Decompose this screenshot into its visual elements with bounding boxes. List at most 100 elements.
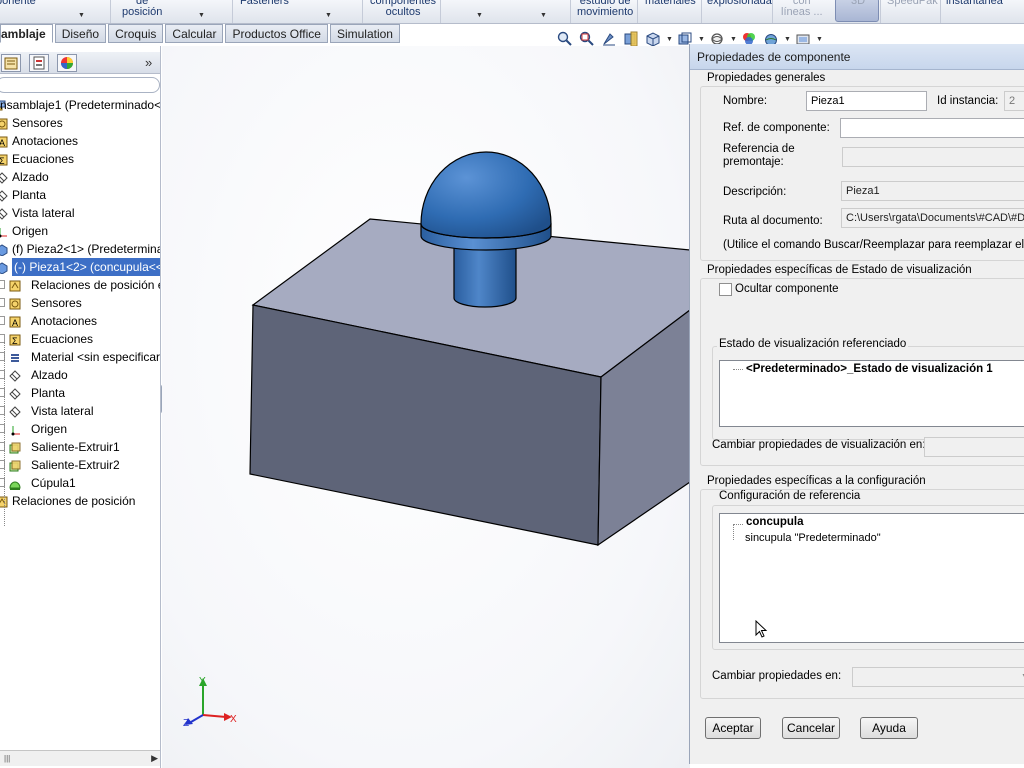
expand-toggle-icon[interactable] bbox=[0, 316, 5, 325]
ok-button[interactable]: Aceptar bbox=[705, 717, 761, 739]
feature-tree-filter[interactable] bbox=[0, 77, 160, 93]
tree-item-label: Ecuaciones bbox=[31, 332, 94, 346]
chevron-down-icon[interactable]: ▼ bbox=[78, 12, 85, 19]
chevron-down-icon[interactable]: ▼ bbox=[325, 12, 332, 19]
tab-ensamblaje[interactable]: amblaje bbox=[0, 24, 53, 43]
expand-panel-icon[interactable]: » bbox=[145, 55, 152, 70]
tree-item[interactable]: Sensores bbox=[0, 294, 160, 312]
ribbon-button[interactable]: instantánea bbox=[946, 0, 1003, 7]
tree-item[interactable]: Alzado bbox=[0, 168, 160, 186]
part-icon bbox=[0, 261, 8, 275]
tab-simulation[interactable]: Simulation bbox=[329, 24, 400, 43]
tree-item[interactable]: Relaciones de posición bbox=[0, 492, 160, 510]
ribbon-button[interactable]: SpeedPak bbox=[887, 0, 938, 7]
mouse-cursor-icon bbox=[755, 620, 768, 638]
help-button[interactable]: Ayuda bbox=[860, 717, 918, 739]
tree-item[interactable]: (f) Pieza2<1> (Predetermina bbox=[0, 240, 160, 258]
chevron-down-icon[interactable]: ▼ bbox=[198, 12, 205, 19]
cancel-button[interactable]: Cancelar bbox=[782, 717, 840, 739]
tree-item-label: Ecuaciones bbox=[12, 152, 75, 166]
document-path-field: C:\Users\rgata\Documents\#CAD\#D bbox=[841, 208, 1024, 228]
tree-item[interactable]: Planta bbox=[0, 384, 160, 402]
tree-item[interactable]: A Anotaciones bbox=[0, 132, 160, 150]
ribbon-button[interactable]: 3D bbox=[851, 0, 865, 7]
ribbon-button[interactable]: materiales bbox=[645, 0, 696, 7]
ribbon-button[interactable]: con líneas ... bbox=[781, 0, 823, 18]
scroll-right-icon[interactable]: ▶ bbox=[151, 753, 158, 764]
hide-component-checkbox[interactable] bbox=[719, 283, 732, 296]
component-ref-field[interactable] bbox=[840, 118, 1024, 138]
name-field[interactable]: Pieza1 bbox=[806, 91, 927, 111]
plane-icon bbox=[0, 171, 8, 184]
description-field: Pieza1 bbox=[841, 181, 1024, 201]
config-item-sincupula[interactable]: sincupula "Predeterminado" bbox=[745, 532, 881, 544]
tree-item[interactable]: Saliente-Extruir2 bbox=[0, 456, 160, 474]
dome-body bbox=[420, 151, 552, 239]
display-state-list[interactable]: <Predeterminado>_Estado de visualización… bbox=[719, 360, 1024, 427]
tree-item[interactable]: Σ Ecuaciones bbox=[0, 150, 160, 168]
tree-item[interactable]: Planta bbox=[0, 186, 160, 204]
tree-item[interactable]: Vista lateral bbox=[0, 402, 160, 420]
chevron-down-icon[interactable]: ▼ bbox=[540, 12, 547, 19]
chevron-down-icon[interactable]: ▼ bbox=[476, 12, 483, 19]
tree-item-label: Cúpula1 bbox=[31, 476, 76, 490]
change-props-dropdown: ▼ bbox=[852, 667, 1024, 687]
origin-icon bbox=[0, 225, 8, 238]
tree-item[interactable]: Relaciones de posición e bbox=[0, 276, 160, 294]
tree-connector bbox=[733, 524, 734, 540]
general-properties-group bbox=[700, 86, 1024, 261]
graphics-area[interactable]: Y X Z bbox=[162, 46, 690, 768]
tree-item[interactable]: A Anotaciones bbox=[0, 312, 160, 330]
annotation-icon: A bbox=[9, 315, 21, 328]
tab-croquis[interactable]: Croquis bbox=[108, 24, 164, 43]
origin-icon bbox=[9, 423, 21, 436]
tree-item-label: Anotaciones bbox=[31, 314, 98, 328]
ribbon-button[interactable]: de posición bbox=[122, 0, 162, 18]
tree-item[interactable]: (-) Pieza1<2> (concupula<< bbox=[0, 258, 160, 276]
tree-item[interactable]: Alzado bbox=[0, 366, 160, 384]
tree-item[interactable]: Origen bbox=[0, 222, 160, 240]
name-label: Nombre: bbox=[723, 95, 768, 107]
tab-productos-office[interactable]: Productos Office bbox=[225, 24, 328, 43]
document-path-label: Ruta al documento: bbox=[723, 215, 823, 227]
ribbon-separator bbox=[772, 0, 773, 23]
feature-manager-tab[interactable] bbox=[1, 54, 21, 72]
plane-icon bbox=[0, 189, 8, 202]
horizontal-scrollbar[interactable]: ||| ▶ bbox=[0, 750, 160, 766]
command-manager-ribbon: ponente de posición Fasteners componentes o… bbox=[0, 0, 1024, 24]
ribbon-button[interactable]: componentes ocultos bbox=[370, 0, 436, 18]
ribbon-button[interactable]: Fasteners bbox=[240, 0, 289, 7]
tree-item[interactable]: Cúpula1 bbox=[0, 474, 160, 492]
chevron-down-icon[interactable]: ▼ bbox=[784, 36, 791, 43]
ribbon-button[interactable]: estudio de movimiento bbox=[577, 0, 633, 18]
display-state-item[interactable]: <Predeterminado>_Estado de visualización… bbox=[746, 363, 993, 375]
tree-item[interactable]: Σ Ecuaciones bbox=[0, 330, 160, 348]
display-manager-icon bbox=[61, 57, 73, 69]
tab-diseño[interactable]: Diseño bbox=[54, 24, 107, 43]
extrude-feature-icon bbox=[9, 441, 21, 454]
plane-icon bbox=[0, 207, 8, 220]
tree-item[interactable]: nsamblaje1 (Predeterminado< bbox=[0, 96, 160, 114]
chevron-down-icon[interactable]: ▼ bbox=[698, 36, 705, 43]
tree-item-label: Planta bbox=[31, 386, 66, 400]
tree-item[interactable]: Saliente-Extruir1 bbox=[0, 438, 160, 456]
tree-item-label: Vista lateral bbox=[12, 206, 75, 220]
tree-item-label: Material <sin especificar bbox=[31, 350, 161, 364]
tab-calcular[interactable]: Calcular bbox=[165, 24, 224, 43]
tree-item[interactable]: Origen bbox=[0, 420, 160, 438]
ribbon-button[interactable]: ponente bbox=[0, 0, 36, 7]
config-item-concupula[interactable]: concupula bbox=[746, 516, 804, 528]
chevron-down-icon[interactable]: ▼ bbox=[730, 36, 737, 43]
display-manager-tab[interactable] bbox=[57, 54, 77, 72]
expand-toggle-icon[interactable] bbox=[0, 298, 5, 307]
chevron-down-icon[interactable]: ▼ bbox=[816, 36, 823, 43]
chevron-down-icon[interactable]: ▼ bbox=[666, 36, 673, 43]
property-manager-tab[interactable] bbox=[29, 54, 49, 72]
stem-body bbox=[453, 241, 517, 308]
tree-item[interactable]: Vista lateral bbox=[0, 204, 160, 222]
command-tabs: amblaje Diseño Croquis Calcular Productos Of… bbox=[0, 24, 402, 44]
ribbon-button[interactable]: explosionada bbox=[707, 0, 772, 7]
tree-item[interactable]: Material <sin especificar bbox=[0, 348, 161, 366]
expand-toggle-icon[interactable] bbox=[0, 280, 5, 289]
tree-item[interactable]: Sensores bbox=[0, 114, 160, 132]
